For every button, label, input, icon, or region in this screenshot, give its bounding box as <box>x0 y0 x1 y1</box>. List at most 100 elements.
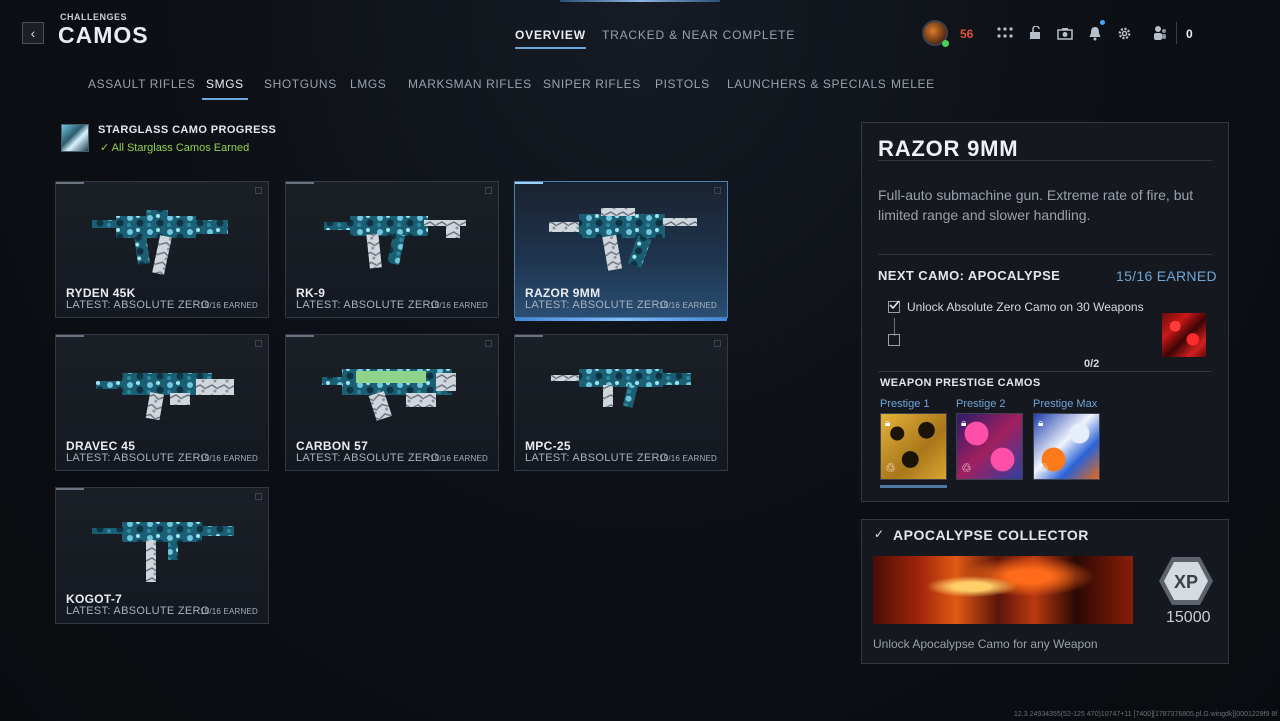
check-icon: ✓ <box>100 142 112 154</box>
bell-icon[interactable] <box>1086 24 1104 42</box>
category-assault-rifles[interactable]: ASSAULT RIFLES <box>88 77 195 91</box>
weapon-card-kogot-7[interactable]: KOGOT-7 LATEST: ABSOLUTE ZERO 15/16 EARN… <box>55 487 269 624</box>
starglass-status-text: All Starglass Camos Earned <box>111 142 250 154</box>
weapon-image-mpc-25 <box>551 369 691 408</box>
weapon-latest-camo: LATEST: ABSOLUTE ZERO <box>66 452 210 464</box>
camera-icon[interactable] <box>1056 24 1074 42</box>
task-checkbox-checked <box>888 300 900 313</box>
category-launchers-specials[interactable]: LAUNCHERS & SPECIALS <box>727 77 886 91</box>
weapon-name: CARBON 57 <box>296 439 369 453</box>
card-progress-bar <box>515 335 543 337</box>
card-progress-bar <box>515 182 543 184</box>
xp-label: XP <box>1174 572 1198 592</box>
gear-icon[interactable] <box>1115 24 1133 42</box>
breadcrumb: CHALLENGES <box>60 12 128 22</box>
weapon-image-carbon-57 <box>322 369 456 421</box>
back-button[interactable]: ‹ <box>22 22 44 44</box>
card-progress-bar <box>286 182 314 184</box>
category-lmgs[interactable]: LMGS <box>350 77 386 91</box>
top-indicator-bar <box>560 0 720 2</box>
detail-divider <box>878 160 1212 161</box>
prestige-icon: ♲ <box>885 461 896 475</box>
weapon-image-kogot-7 <box>92 522 234 582</box>
weapon-earned-count: 15/16 EARNED <box>200 454 258 463</box>
weapon-earned-count: 15/16 EARNED <box>430 301 488 310</box>
weapon-name: KOGOT-7 <box>66 592 123 606</box>
weapon-name: RAZOR 9MM <box>525 286 601 300</box>
online-status-dot <box>942 40 949 47</box>
starglass-camo-icon <box>61 124 89 152</box>
category-pistols[interactable]: PISTOLS <box>655 77 710 91</box>
weapon-card-rk-9[interactable]: RK-9 LATEST: ABSOLUTE ZERO 15/16 EARNED <box>285 181 499 318</box>
weapon-image-ryden-45k <box>92 210 228 275</box>
notification-dot <box>1100 20 1105 25</box>
detail-description: Full-auto submachine gun. Extreme rate o… <box>878 187 1194 223</box>
card-progress-bar <box>56 488 84 490</box>
category-marksman-rifles[interactable]: MARKSMAN RIFLES <box>408 77 532 91</box>
lock-icon: 🔒︎ <box>885 418 891 429</box>
collector-reward-banner <box>873 556 1133 624</box>
prestige-icon: ♲ <box>961 461 972 475</box>
tab-overview[interactable]: OVERVIEW <box>515 28 586 49</box>
category-smgs[interactable]: SMGS <box>202 77 248 100</box>
card-corner-marker <box>485 340 492 347</box>
xp-badge-icon: XP <box>1159 557 1213 605</box>
hud-divider <box>1176 22 1177 44</box>
apocalypse-camo-thumbnail[interactable] <box>1162 313 1206 357</box>
category-melee[interactable]: MELEE <box>891 77 935 91</box>
player-level: 56 <box>960 27 974 41</box>
card-corner-marker <box>255 340 262 347</box>
weapon-name: MPC-25 <box>525 439 571 453</box>
card-corner-marker <box>485 187 492 194</box>
prestige-icon: ♲ <box>1038 461 1049 475</box>
weapon-name: RYDEN 45K <box>66 286 136 300</box>
prestige-max-camo-tile[interactable]: 🔒︎ ♲ <box>1033 413 1100 480</box>
collector-description: Unlock Apocalypse Camo for any Weapon <box>873 637 1098 651</box>
weapon-image-rk-9 <box>324 216 466 269</box>
weapon-card-mpc-25[interactable]: MPC-25 LATEST: ABSOLUTE ZERO 15/16 EARNE… <box>514 334 728 471</box>
task-checkbox-empty <box>888 334 900 346</box>
prestige-1-camo-tile[interactable]: 🔒︎ ♲ <box>880 413 947 480</box>
weapon-latest-camo: LATEST: ABSOLUTE ZERO <box>525 452 669 464</box>
build-info: 12.3 24934355(52-125 470)10747+11 [7400]… <box>1014 711 1278 718</box>
detail-divider <box>878 254 1212 255</box>
weapon-latest-camo: LATEST: ABSOLUTE ZERO <box>66 605 210 617</box>
prestige-max-label: Prestige Max <box>1033 398 1098 410</box>
page-title: CAMOS <box>58 22 149 48</box>
task-progress: 0/2 <box>1084 358 1100 370</box>
party-icon[interactable] <box>1151 24 1169 42</box>
task-description: Unlock Absolute Zero Camo on 30 Weapons <box>907 300 1144 314</box>
starglass-title: STARGLASS CAMO PROGRESS <box>98 124 277 136</box>
weapon-earned-count: 15/16 EARNED <box>200 301 258 310</box>
weapon-earned-count: 15/16 EARNED <box>659 454 717 463</box>
prestige-camos-heading: WEAPON PRESTIGE CAMOS <box>880 377 1041 389</box>
weapon-card-dravec-45[interactable]: DRAVEC 45 LATEST: ABSOLUTE ZERO 15/16 EA… <box>55 334 269 471</box>
prestige-selection-underline <box>880 485 947 488</box>
category-shotguns[interactable]: SHOTGUNS <box>264 77 337 91</box>
weapon-image-razor-9mm <box>549 208 697 271</box>
prestige-2-camo-tile[interactable]: 🔒︎ ♲ <box>956 413 1023 480</box>
category-sniper-rifles[interactable]: SNIPER RIFLES <box>543 77 641 91</box>
weapon-latest-camo: LATEST: ABSOLUTE ZERO <box>296 452 440 464</box>
detail-weapon-title: RAZOR 9MM <box>878 136 1019 161</box>
check-icon: ✓ <box>874 527 885 541</box>
card-corner-marker <box>714 187 721 194</box>
weapon-earned-count: 15/16 EARNED <box>200 607 258 616</box>
card-corner-marker <box>255 187 262 194</box>
tab-tracked[interactable]: TRACKED & NEAR COMPLETE <box>602 28 795 42</box>
weapon-card-carbon-57[interactable]: CARBON 57 LATEST: ABSOLUTE ZERO 15/16 EA… <box>285 334 499 471</box>
prestige-1-label: Prestige 1 <box>880 398 930 410</box>
weapon-earned-count: 15/16 EARNED <box>430 454 488 463</box>
grid-icon[interactable] <box>996 24 1014 42</box>
prestige-2-label: Prestige 2 <box>956 398 1006 410</box>
next-camo-label: NEXT CAMO: APOCALYPSE <box>878 268 1061 283</box>
unlock-icon[interactable] <box>1026 24 1044 42</box>
weapon-latest-camo: LATEST: ABSOLUTE ZERO <box>66 299 210 311</box>
weapon-card-razor-9mm[interactable]: RAZOR 9MM LATEST: ABSOLUTE ZERO 15/16 EA… <box>514 181 728 321</box>
weapon-latest-camo: LATEST: ABSOLUTE ZERO <box>296 299 440 311</box>
card-progress-bar <box>286 335 314 337</box>
weapon-card-ryden-45k[interactable]: RYDEN 45K LATEST: ABSOLUTE ZERO 15/16 EA… <box>55 181 269 318</box>
weapon-image-dravec-45 <box>96 373 234 421</box>
lock-icon: 🔒︎ <box>961 418 967 429</box>
starglass-status: ✓ All Starglass Camos Earned <box>100 141 249 154</box>
